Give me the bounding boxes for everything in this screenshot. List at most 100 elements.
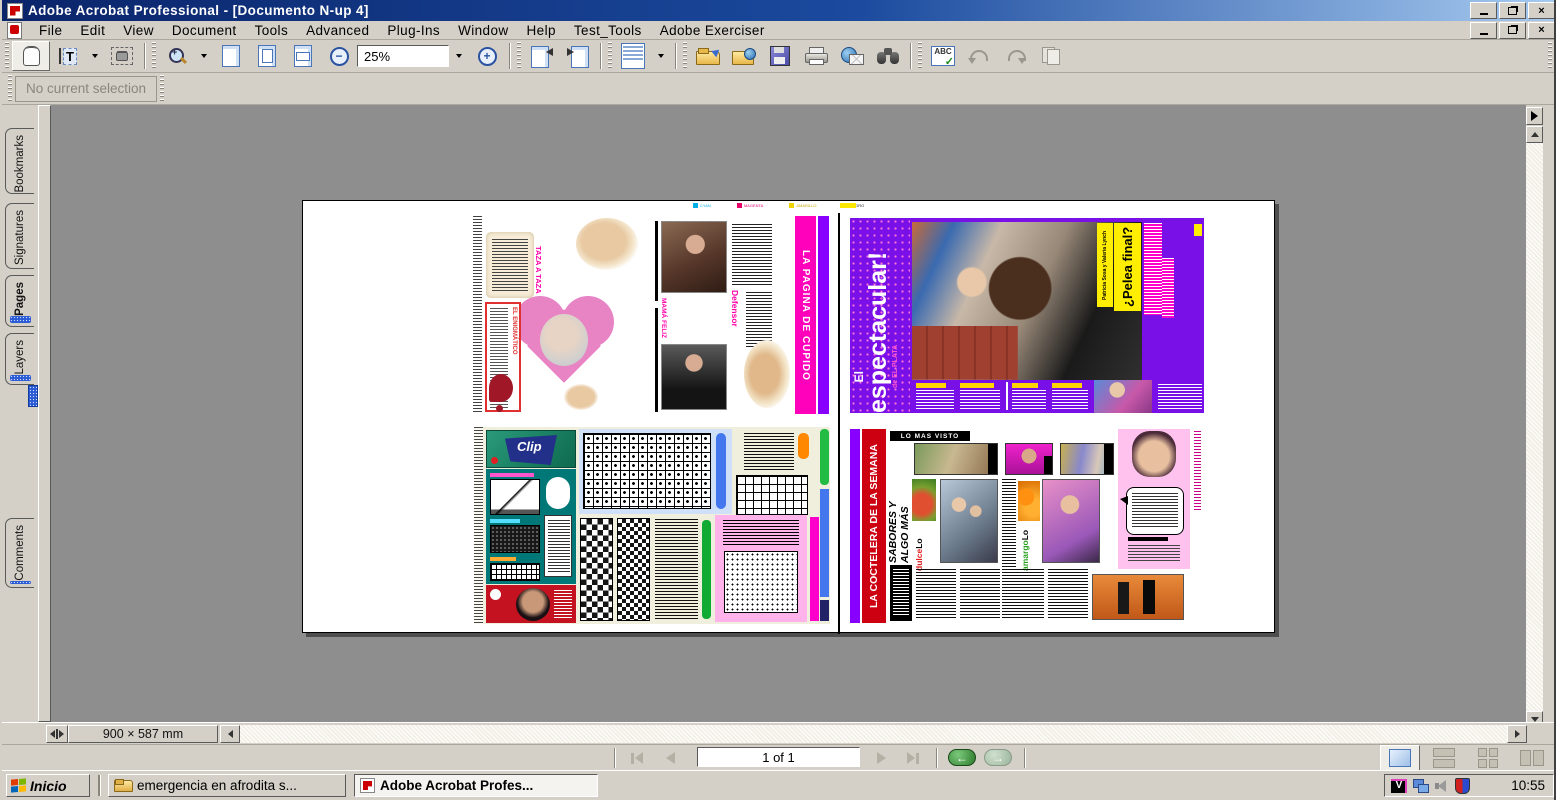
pane-toggle-button[interactable] xyxy=(1526,107,1543,125)
start-button[interactable]: Inicio xyxy=(6,774,90,797)
sidebar-tab-signatures[interactable]: Signatures xyxy=(5,203,34,269)
facing-layout-button[interactable] xyxy=(1512,745,1552,771)
menu-file[interactable]: File xyxy=(30,22,71,39)
copy-button[interactable] xyxy=(1033,42,1069,70)
tab-strip-handle[interactable] xyxy=(28,385,38,407)
zoom-combo[interactable]: 25% xyxy=(357,45,449,67)
selection-bar-grip[interactable] xyxy=(8,75,12,102)
tasks-list-dropdown[interactable] xyxy=(651,42,671,70)
page-juegos: Clip xyxy=(474,427,830,624)
security-shield-tray-icon[interactable] xyxy=(1455,778,1470,794)
pane-splitter-button[interactable] xyxy=(46,725,68,743)
open-web-page-button[interactable] xyxy=(726,42,762,70)
task-button-folder[interactable]: emergencia en afrodita s... xyxy=(108,774,346,797)
minimize-button[interactable] xyxy=(1470,2,1497,19)
task-button-acrobat[interactable]: Adobe Acrobat Profes... xyxy=(354,774,598,797)
next-view-nav-button[interactable]: → xyxy=(984,749,1012,766)
scroll-right-button[interactable] xyxy=(1507,725,1527,743)
undo-button[interactable] xyxy=(961,42,997,70)
sheet-spine xyxy=(838,213,840,634)
spellcheck-button[interactable]: ABC ✓ xyxy=(925,42,961,70)
sidebar-tab-bookmarks[interactable]: Bookmarks xyxy=(5,128,34,194)
print-button[interactable] xyxy=(798,42,834,70)
select-text-dropdown[interactable] xyxy=(86,42,104,70)
previous-view-button[interactable] xyxy=(524,42,560,70)
scroll-up-button[interactable] xyxy=(1526,126,1543,143)
continuous-facing-layout-button[interactable] xyxy=(1468,745,1508,771)
taskbar: Inicio emergencia en afrodita s... Adobe… xyxy=(2,770,1556,800)
menu-test-tools[interactable]: Test_Tools xyxy=(565,22,651,39)
menu-window[interactable]: Window xyxy=(449,22,517,39)
sidebar-tab-pages[interactable]: Pages xyxy=(5,275,34,327)
task-label: emergencia en afrodita s... xyxy=(137,778,297,793)
document-canvas[interactable]: CYAN MAGENTA AMARILLO NEGRO xyxy=(51,105,1526,722)
document-icon[interactable] xyxy=(7,22,22,39)
previous-view-nav-button[interactable]: ← xyxy=(948,749,976,766)
sweet-label: dulceLo xyxy=(914,525,924,571)
next-view-button[interactable] xyxy=(560,42,596,70)
child-restore-button[interactable] xyxy=(1499,22,1526,39)
snapshot-button[interactable] xyxy=(104,42,140,70)
fit-page-button[interactable] xyxy=(249,42,285,70)
facing-icon xyxy=(1520,750,1544,766)
wordsearch-grid xyxy=(724,551,798,613)
menu-tools[interactable]: Tools xyxy=(246,22,298,39)
sidebar-tab-comments[interactable]: Comments xyxy=(5,518,34,588)
select-text-button[interactable]: T xyxy=(50,42,86,70)
menu-document[interactable]: Document xyxy=(163,22,246,39)
zoom-in-button[interactable]: + xyxy=(469,42,505,70)
zoom-combo-dropdown[interactable] xyxy=(449,42,469,70)
volume-tray-icon[interactable] xyxy=(1435,779,1449,793)
nav-pane-splitter[interactable] xyxy=(38,105,51,722)
speech-bubble xyxy=(1126,487,1184,535)
redo-button[interactable] xyxy=(997,42,1033,70)
email-button[interactable] xyxy=(834,42,870,70)
continuous-layout-button[interactable] xyxy=(1424,745,1464,771)
single-page-layout-button[interactable] xyxy=(1380,745,1420,771)
toolbar-grip[interactable] xyxy=(5,42,9,70)
selection-bar-grip[interactable] xyxy=(160,75,164,102)
child-minimize-button[interactable] xyxy=(1470,22,1497,39)
small-grid xyxy=(490,563,540,581)
toolbar-grip[interactable] xyxy=(152,42,156,70)
menu-advanced[interactable]: Advanced xyxy=(297,22,378,39)
zoom-out-button[interactable]: − xyxy=(321,42,357,70)
media-player-tray-icon[interactable]: V xyxy=(1391,779,1407,793)
save-button[interactable] xyxy=(762,42,798,70)
zoom-tool-dropdown[interactable] xyxy=(195,42,213,70)
restore-button[interactable] xyxy=(1499,2,1526,19)
page-indicator-box[interactable]: 1 of 1 xyxy=(697,747,860,767)
toolbar-grip[interactable] xyxy=(1548,42,1552,70)
undo-icon xyxy=(970,50,988,62)
toolbar-grip[interactable] xyxy=(608,42,612,70)
last-page-button[interactable] xyxy=(900,748,926,768)
toolbar-grip[interactable] xyxy=(683,42,687,70)
toolbar-grip[interactable] xyxy=(918,42,922,70)
menu-view[interactable]: View xyxy=(114,22,163,39)
menu-plugins[interactable]: Plug-Ins xyxy=(378,22,449,39)
hand-tool-button[interactable] xyxy=(12,41,50,71)
menu-adobe-exerciser[interactable]: Adobe Exerciser xyxy=(651,22,774,39)
scroll-left-button[interactable] xyxy=(220,725,240,743)
tasks-list-button[interactable] xyxy=(615,42,651,70)
horizontal-scroll-track[interactable] xyxy=(240,725,1507,743)
search-button[interactable] xyxy=(870,42,906,70)
close-button[interactable]: × xyxy=(1528,2,1555,19)
page-size-box[interactable]: 900 × 587 mm xyxy=(68,725,218,743)
actual-size-button[interactable] xyxy=(213,42,249,70)
previous-page-button[interactable] xyxy=(657,748,683,768)
vertical-scroll-track[interactable] xyxy=(1526,143,1543,711)
vertical-scrollbar[interactable] xyxy=(1526,105,1544,728)
network-tray-icon[interactable] xyxy=(1413,779,1429,793)
menu-help[interactable]: Help xyxy=(518,22,565,39)
app-icon[interactable] xyxy=(7,3,23,19)
fit-width-button[interactable] xyxy=(285,42,321,70)
zoom-tool-button[interactable]: + xyxy=(159,42,195,70)
open-button[interactable] xyxy=(690,42,726,70)
toolbar-grip[interactable] xyxy=(517,42,521,70)
next-page-button[interactable] xyxy=(868,748,894,768)
menu-edit[interactable]: Edit xyxy=(71,22,114,39)
first-page-button[interactable] xyxy=(624,748,650,768)
child-close-button[interactable]: × xyxy=(1528,22,1555,39)
sidebar-tab-layers[interactable]: Layers xyxy=(5,333,34,385)
